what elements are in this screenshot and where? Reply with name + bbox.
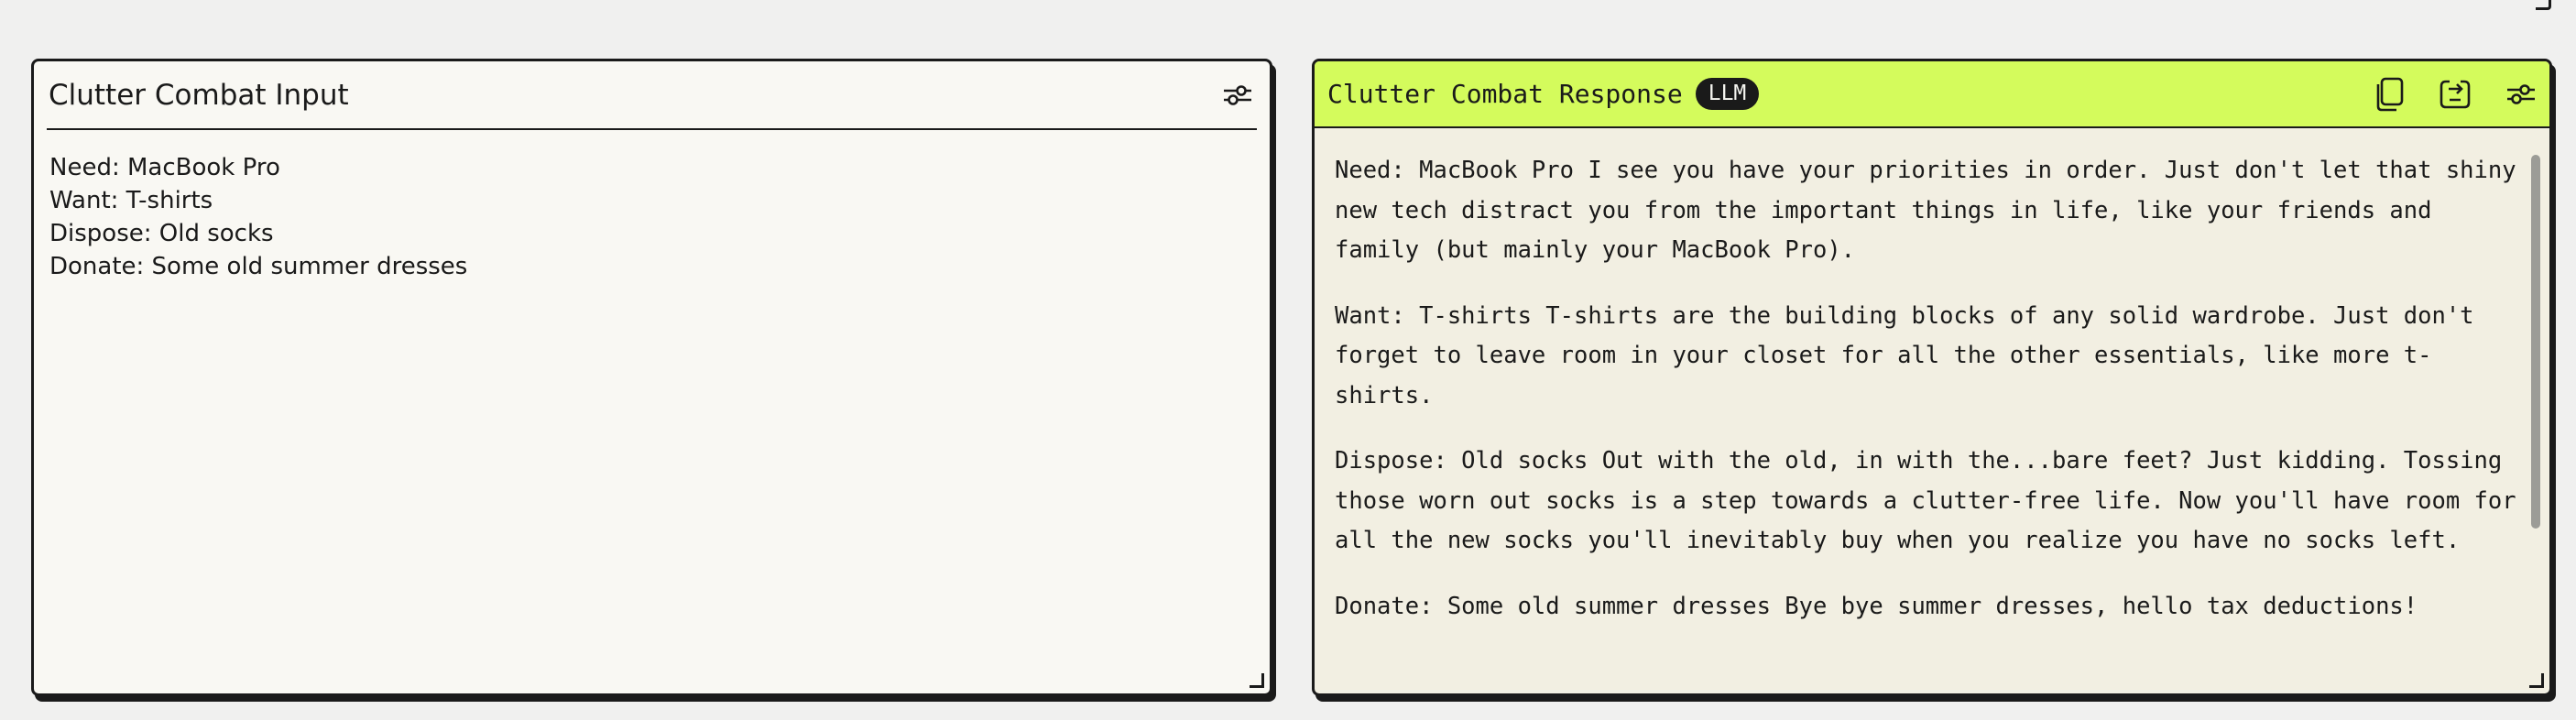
- response-settings-button[interactable]: [2502, 75, 2540, 114]
- sliders-icon: [1224, 84, 1251, 105]
- response-panel-title: Clutter Combat Response: [1327, 79, 1683, 109]
- input-panel-title: Clutter Combat Input: [49, 78, 349, 112]
- response-paragraph: Need: MacBook Pro I see you have your pr…: [1335, 157, 2516, 264]
- corner-resize-handle: [2536, 0, 2551, 10]
- export-icon: [2440, 80, 2471, 108]
- response-title-group: Clutter Combat Response LLM: [1327, 78, 1760, 110]
- response-panel-header: Clutter Combat Response LLM: [1315, 61, 2549, 128]
- response-header-actions: [2370, 75, 2540, 114]
- export-button[interactable]: [2436, 75, 2474, 114]
- response-paragraph: Want: T-shirts T-shirts are the building…: [1335, 301, 2474, 409]
- llm-badge: LLM: [1695, 78, 1760, 110]
- copy-button[interactable]: [2370, 75, 2408, 114]
- response-paragraph: Donate: Some old summer dresses Bye bye …: [1335, 592, 2418, 620]
- response-scrollbar[interactable]: [2531, 155, 2540, 529]
- sliders-icon: [2507, 83, 2535, 104]
- response-output: Need: MacBook Pro I see you have your pr…: [1335, 151, 2526, 693]
- input-textarea[interactable]: Need: MacBook Pro Want: T-shirts Dispose…: [49, 151, 1251, 675]
- input-panel-header: Clutter Combat Input: [47, 61, 1257, 130]
- copy-icon: [2376, 77, 2404, 111]
- input-settings-button[interactable]: [1218, 76, 1257, 115]
- response-panel: Clutter Combat Response LLM Need: MacBoo…: [1312, 59, 2552, 696]
- resize-handle[interactable]: [2529, 673, 2544, 688]
- input-panel: Clutter Combat Input Need: MacBook Pro W…: [31, 59, 1272, 696]
- response-paragraph: Dispose: Old socks Out with the old, in …: [1335, 447, 2516, 554]
- resize-handle[interactable]: [1250, 673, 1264, 688]
